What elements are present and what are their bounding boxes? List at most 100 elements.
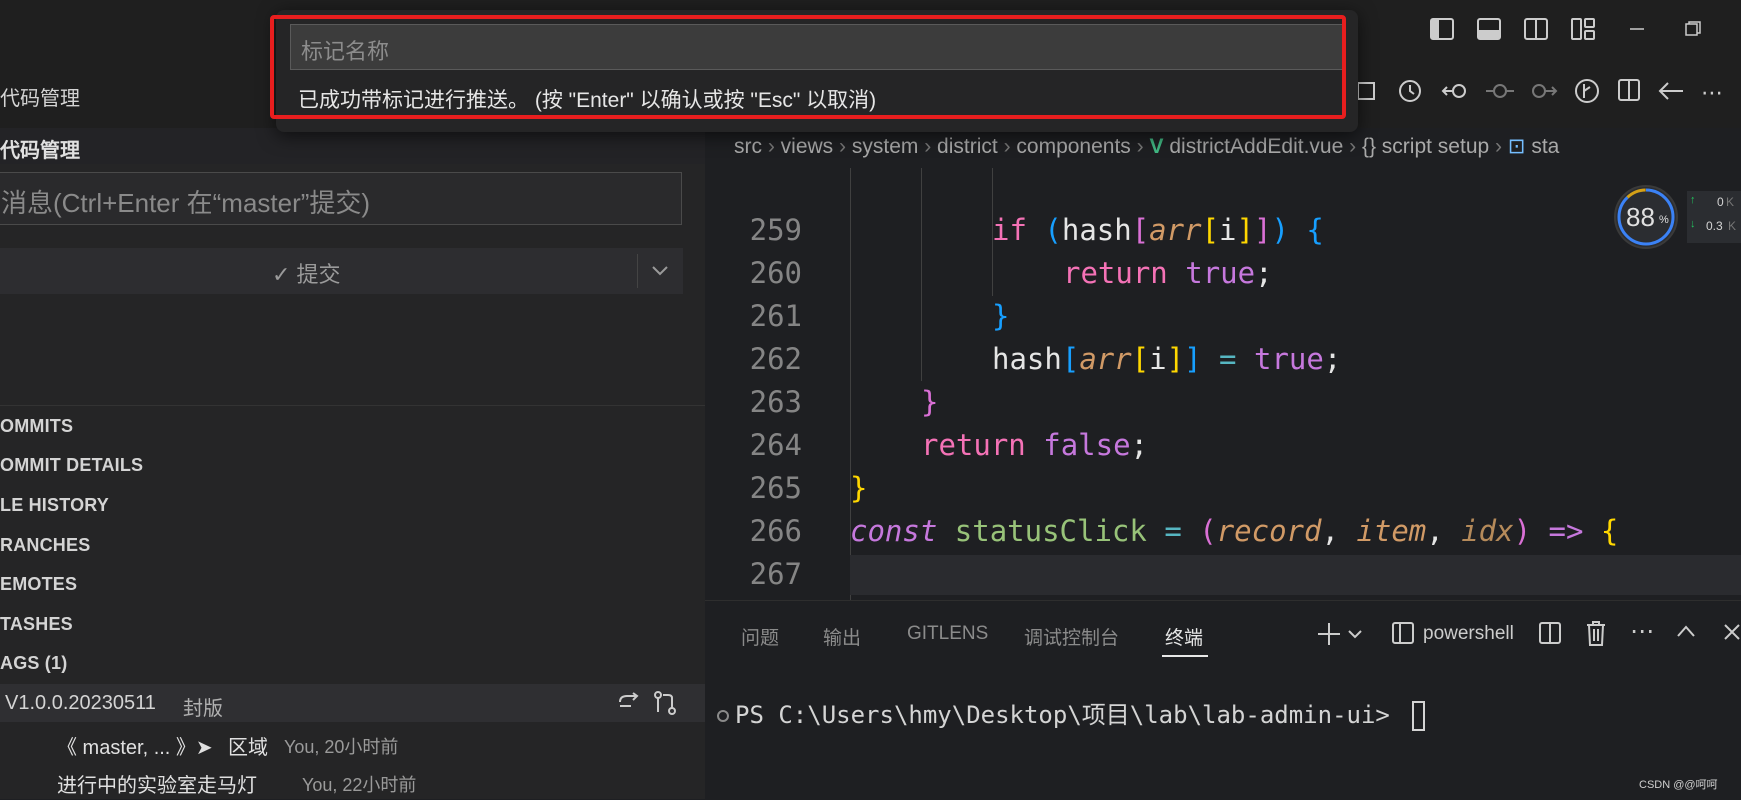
arrow-left-icon[interactable] [1657, 80, 1685, 107]
chevron-right-icon: › [1136, 135, 1150, 158]
code-line: 265} [749, 471, 868, 505]
indent-guide [921, 168, 922, 381]
perf-unit: % [1659, 214, 1669, 226]
section-commit-details[interactable]: OMMIT DETAILS [0, 445, 705, 485]
toggle-secondary-sidebar-icon[interactable] [1521, 14, 1551, 44]
code-line: 259 if (hash[arr[i]]) { [749, 213, 1324, 247]
split-terminal-icon[interactable] [1538, 621, 1562, 650]
breadcrumb-item[interactable]: system [852, 135, 919, 158]
perf-down: 0.3 [1706, 219, 1723, 233]
status-circle-icon [717, 710, 729, 722]
active-tab-indicator [1162, 655, 1208, 657]
breadcrumb: src › views › system › district › compon… [705, 128, 1741, 168]
tab-gitlens[interactable]: GITLENS [907, 623, 988, 645]
code-line: 264 return false; [749, 428, 1149, 462]
commit-row[interactable]: 进行中的实验室走马灯 You, 22小时前 [0, 763, 705, 799]
commit-message-input[interactable]: 消息(Ctrl+Enter 在“master”提交) [0, 172, 682, 225]
commit-meta: You, 22小时前 [302, 775, 417, 795]
commit-button[interactable]: ✓ 提交 [0, 248, 683, 294]
split-editor-icon[interactable] [1617, 78, 1641, 107]
chevron-right-icon: › [1495, 135, 1508, 158]
commit-message: 进行中的实验室走马灯 [57, 775, 257, 797]
terminal-cursor [1412, 701, 1426, 731]
symbol-icon: ⊡ [1507, 135, 1526, 158]
commit-meta: You, 20小时前 [284, 737, 399, 757]
code-line: 266 const statusClick = (record, item, id… [749, 514, 1619, 548]
tab-problems[interactable]: 问题 [741, 623, 779, 650]
breadcrumb-item[interactable]: views [781, 135, 834, 158]
code-line: 260 return true; [749, 256, 1273, 290]
sidebar-section-header[interactable]: 代码管理 [0, 128, 705, 164]
chevron-down-icon[interactable] [650, 260, 670, 285]
breadcrumb-item[interactable]: sta [1531, 135, 1559, 158]
chevron-down-icon[interactable] [1347, 627, 1363, 646]
shell-label[interactable]: powershell [1423, 623, 1514, 645]
download-arrow-icon: ↓ [1690, 218, 1696, 230]
commit-button-label: ✓ 提交 [272, 262, 341, 287]
code-editor[interactable]: 259 if (hash[arr[i]]) { 260 return true; 2… [705, 168, 1741, 600]
restore-icon[interactable] [1678, 14, 1708, 44]
section-tags[interactable]: AGS (1) [0, 643, 705, 683]
add-terminal-icon[interactable] [1316, 621, 1342, 652]
chevron-right-icon: › [1003, 135, 1017, 158]
tab-output[interactable]: 输出 [823, 623, 861, 650]
bottom-panel: 问题 输出 GITLENS 调试控制台 终端 powershell ⋯ PS C… [705, 600, 1741, 800]
tab-terminal[interactable]: 终端 [1165, 623, 1203, 650]
commit-branch: 《 master, ... 》➤ [57, 737, 213, 759]
terminal-output[interactable]: PS C:\Users\hmy\Desktop\项目\lab\lab-admin… [717, 695, 1426, 731]
code-line: 261} [749, 299, 1010, 333]
breadcrumb-item[interactable]: {} script setup [1362, 135, 1489, 158]
code-line: 267let list = [] [749, 557, 1148, 591]
breadcrumb-item[interactable]: district [937, 135, 998, 158]
performance-widget: 88 % ↑ 0 K ↓ 0.3 K [1611, 182, 1741, 252]
section-branches[interactable]: RANCHES [0, 525, 705, 565]
breadcrumb-item[interactable]: components [1016, 135, 1130, 158]
chevron-right-icon: › [1349, 135, 1362, 158]
button-divider [637, 254, 638, 288]
close-panel-icon[interactable] [1723, 623, 1741, 646]
upload-arrow-icon: ↑ [1690, 194, 1696, 206]
revision-forward-icon[interactable] [1529, 78, 1559, 109]
minimize-icon[interactable] [1622, 14, 1652, 44]
gitlens-icon[interactable] [1574, 78, 1600, 109]
section-remotes[interactable]: EMOTES [0, 564, 705, 604]
toggle-primary-sidebar-icon[interactable] [1427, 14, 1457, 44]
more-actions-icon[interactable]: ⋯ [1701, 80, 1723, 106]
sidebar-header-title: 代码管理 [0, 88, 80, 110]
more-actions-icon[interactable]: ⋯ [1630, 617, 1654, 646]
history-icon[interactable] [1397, 78, 1423, 109]
breadcrumb-item[interactable]: src [734, 135, 762, 158]
commit-message: 区域 [228, 737, 268, 759]
section-file-history[interactable]: LE HISTORY [0, 485, 705, 525]
toggle-panel-icon[interactable] [1474, 14, 1504, 44]
tag-desc: 封版 [183, 698, 223, 720]
revision-back-icon[interactable] [1441, 78, 1471, 109]
chevron-right-icon: › [839, 135, 852, 158]
trash-icon[interactable] [1584, 619, 1608, 652]
current-line-highlight [850, 555, 1741, 595]
commit-node-icon[interactable] [1485, 78, 1515, 109]
chevron-right-icon: › [924, 135, 938, 158]
code-line: 263} [749, 385, 939, 419]
watermark: CSDN @@呵呵 [1639, 779, 1718, 791]
tag-row[interactable]: V1.0.0.20230511 封版 [0, 684, 705, 722]
section-commits[interactable]: OMMITS [0, 406, 705, 446]
switch-to-tag-icon[interactable] [617, 692, 641, 719]
section-stashes[interactable]: TASHES [0, 604, 705, 644]
tab-debug-console[interactable]: 调试控制台 [1024, 623, 1119, 650]
quick-input-message: 已成功带标记进行推送。 (按 "Enter" 以确认或按 "Esc" 以取消) [298, 89, 877, 112]
perf-up: 0 [1717, 195, 1724, 209]
terminal-split-icon[interactable] [1391, 621, 1415, 650]
customize-layout-icon[interactable] [1568, 14, 1598, 44]
maximize-panel-icon[interactable] [1675, 623, 1697, 644]
code-line: 268if (record.thresholdConfigList.length… [705, 553, 775, 596]
compare-icon[interactable] [652, 690, 678, 721]
breadcrumb-item[interactable]: districtAddEdit.vue [1169, 135, 1343, 158]
tag-name-input[interactable]: 标记名称 [290, 24, 1344, 70]
commit-row[interactable]: 《 master, ... 》➤ 区域 You, 20小时前 [0, 724, 705, 761]
tag-name-placeholder: 标记名称 [301, 39, 390, 64]
chevron-right-icon: › [767, 135, 781, 158]
sidebar-section-title: 代码管理 [0, 140, 80, 162]
open-changes-icon[interactable] [1355, 80, 1377, 107]
vue-file-icon: V [1149, 135, 1164, 158]
